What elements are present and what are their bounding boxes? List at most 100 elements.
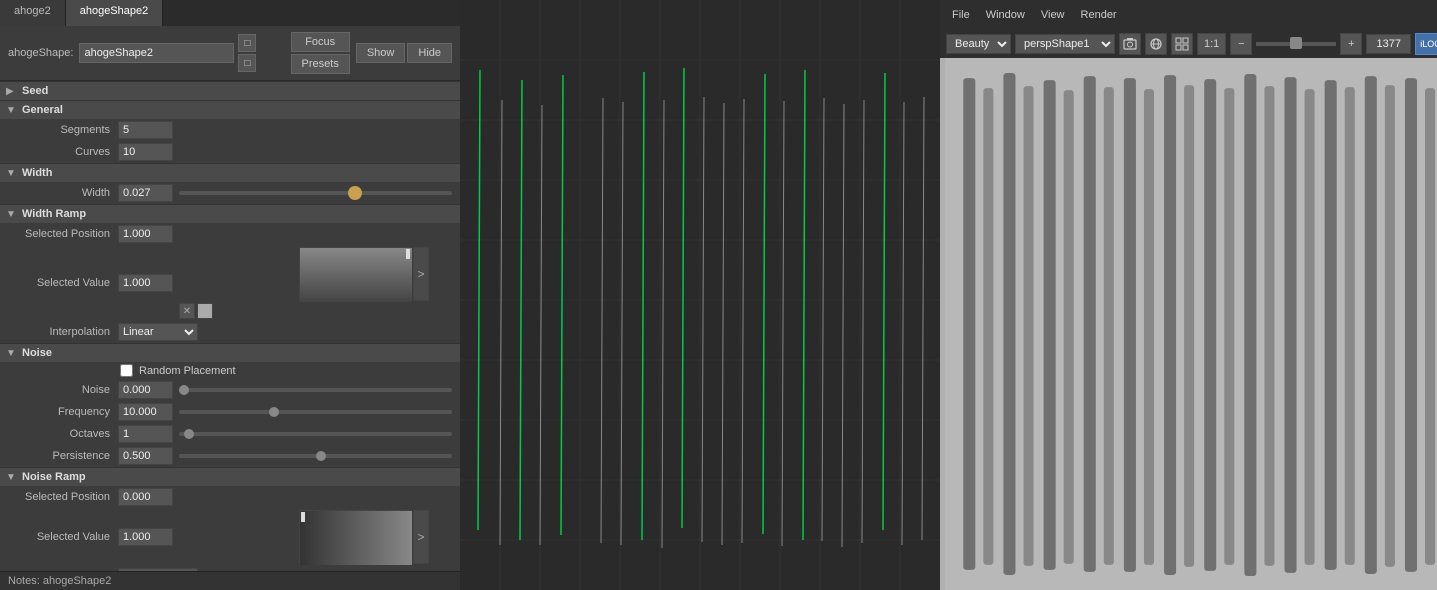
right-panel: File Window View Render Beauty perspShap… <box>940 0 1437 590</box>
width-input[interactable] <box>118 184 173 202</box>
ratio-button[interactable]: 1:1 <box>1197 33 1226 55</box>
random-placement-label: Random Placement <box>139 365 236 377</box>
tab-bar: ahoge2 ahogeShape2 <box>0 0 460 26</box>
viewport-canvas <box>940 58 1437 590</box>
noise-ramp-selected-value-row: Selected Value <box>0 508 460 566</box>
width-ramp-nav-button[interactable]: > <box>413 247 429 301</box>
noise-ramp-canvas[interactable] <box>299 510 411 564</box>
segments-input[interactable] <box>118 121 173 139</box>
persistence-slider-track[interactable] <box>179 454 452 458</box>
focus-button[interactable]: Focus <box>291 32 350 52</box>
width-arrow-icon: ▼ <box>6 168 18 179</box>
persistence-slider-thumb[interactable] <box>316 451 326 461</box>
noise-ramp-selected-position-row: Selected Position <box>0 486 460 508</box>
noise-ramp-nav-button[interactable]: > <box>413 510 429 564</box>
hide-button[interactable]: Hide <box>407 43 452 63</box>
frequency-slider-thumb[interactable] <box>269 407 279 417</box>
panel-content: ▶ Seed ▼ General Segments Curves ▼ Width… <box>0 81 460 571</box>
noise-slider-track[interactable] <box>179 388 452 392</box>
notes-label: Notes: <box>8 575 40 587</box>
noise-ramp-selected-value-input[interactable] <box>118 528 173 546</box>
width-ramp-canvas[interactable] <box>299 247 411 301</box>
width-section-header[interactable]: ▼ Width <box>0 163 460 182</box>
frame-input[interactable] <box>1366 34 1411 54</box>
octaves-slider-track[interactable] <box>179 432 452 436</box>
viewport-menu-bar: File Window View Render <box>940 0 1437 30</box>
menu-view[interactable]: View <box>1035 7 1071 23</box>
general-section-header[interactable]: ▼ General <box>0 100 460 119</box>
header-area: ahogeShape: □ □ Focus Presets Show Hide <box>0 26 460 81</box>
random-placement-row: Random Placement <box>0 362 460 379</box>
curves-row: Curves <box>0 141 460 163</box>
general-title: General <box>22 104 63 116</box>
noise-ramp-selected-position-label: Selected Position <box>8 491 118 503</box>
persistence-input[interactable] <box>118 447 173 465</box>
tab-ahogeshape2[interactable]: ahogeShape2 <box>66 0 164 26</box>
noise-row: Noise <box>0 379 460 401</box>
left-panel: ahoge2 ahogeShape2 ahogeShape: □ □ Focus… <box>0 0 460 590</box>
width-ramp-selected-value-label: Selected Value <box>8 277 118 289</box>
noise-arrow-icon: ▼ <box>6 348 18 359</box>
beauty-dropdown[interactable]: Beauty <box>946 34 1011 54</box>
width-label: Width <box>8 187 118 199</box>
menu-window[interactable]: Window <box>980 7 1031 23</box>
frequency-slider-track[interactable] <box>179 410 452 414</box>
noise-ramp-title: Noise Ramp <box>22 471 86 483</box>
frequency-input[interactable] <box>118 403 173 421</box>
minimize-icon[interactable]: □ <box>238 54 256 72</box>
noise-ramp-svg <box>300 511 412 565</box>
seed-section-header[interactable]: ▶ Seed <box>0 81 460 100</box>
noise-title: Noise <box>22 347 52 359</box>
transform-icon[interactable] <box>1145 33 1167 55</box>
viewport-controls: Beauty perspShape1 <box>940 30 1437 58</box>
show-button[interactable]: Show <box>356 43 406 63</box>
width-ramp-section-header[interactable]: ▼ Width Ramp <box>0 204 460 223</box>
noise-section-header[interactable]: ▼ Noise <box>0 343 460 362</box>
width-row: Width <box>0 182 460 204</box>
width-ramp-arrow-icon: ▼ <box>6 209 18 220</box>
width-ramp-svg <box>300 248 412 302</box>
width-ramp-selected-position-input[interactable] <box>118 225 173 243</box>
render-slider[interactable] <box>1256 42 1336 46</box>
graph-svg <box>460 0 940 590</box>
middle-panel <box>460 0 940 590</box>
ramp-delete-icon[interactable]: ✕ <box>179 303 195 319</box>
menu-render[interactable]: Render <box>1075 7 1123 23</box>
noise-ramp-arrow-icon: ▼ <box>6 472 18 483</box>
shape-input[interactable] <box>79 43 234 63</box>
persistence-label: Persistence <box>8 450 118 462</box>
octaves-label: Octaves <box>8 428 118 440</box>
width-ramp-interpolation-row: Interpolation Linear None Smooth Spline … <box>0 321 460 343</box>
shape-label: ahogeShape: <box>8 47 73 59</box>
noise-label: Noise <box>8 384 118 396</box>
menu-file[interactable]: File <box>946 7 976 23</box>
width-ramp-selected-value-input[interactable] <box>118 274 173 292</box>
width-slider-track[interactable] <box>179 191 452 195</box>
maximize-icon[interactable]: □ <box>238 34 256 52</box>
octaves-row: Octaves <box>0 423 460 445</box>
grid-icon[interactable] <box>1171 33 1193 55</box>
noise-slider-thumb[interactable] <box>179 385 189 395</box>
octaves-slider-thumb[interactable] <box>184 429 194 439</box>
octaves-input[interactable] <box>118 425 173 443</box>
camera-icon[interactable] <box>1119 33 1141 55</box>
plus-icon[interactable]: + <box>1340 33 1362 55</box>
presets-button[interactable]: Presets <box>291 54 350 74</box>
noise-input[interactable] <box>118 381 173 399</box>
width-slider-thumb[interactable] <box>348 186 362 200</box>
frequency-label: Frequency <box>8 406 118 418</box>
noise-ramp-selected-value-label: Selected Value <box>8 531 118 543</box>
general-arrow-icon: ▼ <box>6 105 18 116</box>
camera-dropdown[interactable]: perspShape1 <box>1015 34 1115 54</box>
width-title: Width <box>22 167 52 179</box>
random-placement-checkbox[interactable] <box>120 364 133 377</box>
ramp-white-icon[interactable] <box>197 303 213 319</box>
log-button[interactable]: iLOG <box>1415 33 1437 55</box>
noise-ramp-selected-position-input[interactable] <box>118 488 173 506</box>
seed-arrow-icon: ▶ <box>6 86 18 97</box>
minus-icon[interactable]: − <box>1230 33 1252 55</box>
tab-ahoge2[interactable]: ahoge2 <box>0 0 66 26</box>
curves-input[interactable] <box>118 143 173 161</box>
width-ramp-interpolation-select[interactable]: Linear None Smooth Spline Step <box>118 323 198 341</box>
noise-ramp-section-header[interactable]: ▼ Noise Ramp <box>0 467 460 486</box>
